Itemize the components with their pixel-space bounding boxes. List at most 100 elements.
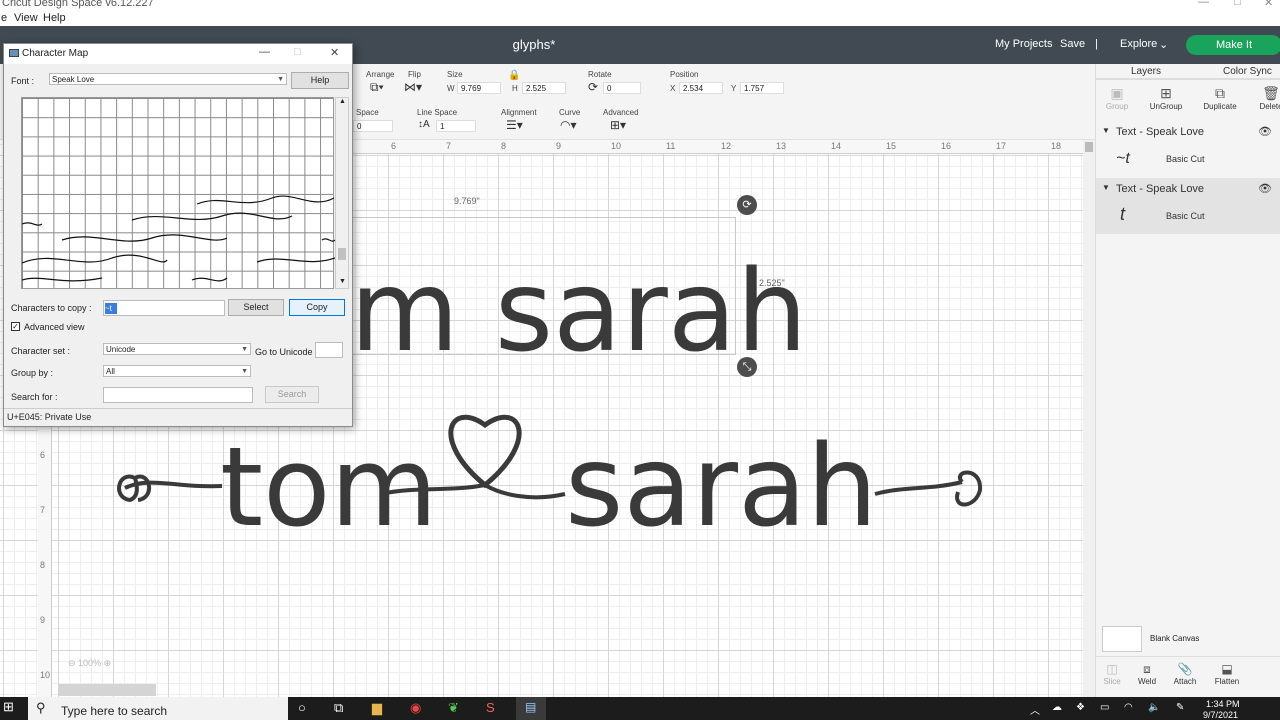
weld-button[interactable]: ⧈ Weld <box>1127 661 1167 686</box>
ungroup-icon: ⊞ <box>1160 85 1172 101</box>
blank-canvas-label: Blank Canvas <box>1150 634 1200 643</box>
close-icon[interactable]: ✕ <box>330 46 339 59</box>
maximize-window-icon[interactable]: □ <box>1234 0 1241 8</box>
font-select[interactable]: Speak Love ▼ <box>49 73 287 85</box>
eye-icon[interactable]: 👁 <box>1258 182 1272 195</box>
dropbox-icon[interactable]: ❖ <box>1076 702 1085 713</box>
selected-glyph: ~t <box>105 303 117 314</box>
charset-value: Unicode <box>106 345 136 354</box>
slice-button[interactable]: ◫ Slice <box>1092 661 1132 686</box>
charset-select[interactable]: Unicode ▼ <box>103 343 251 355</box>
onedrive-icon[interactable]: ☁ <box>1052 702 1062 713</box>
taskbar: ⊞ ⚲ Type here to search ○ ⧉ ▆ ◉ ❦ S ▤ ︿ … <box>0 697 1280 720</box>
layer-operation: Basic Cut <box>1166 211 1205 221</box>
delete-button[interactable]: 🗑Delete <box>1246 84 1280 111</box>
active-charmap-task[interactable]: ▤ <box>516 697 546 720</box>
help-button[interactable]: Help <box>291 72 349 89</box>
clock-date[interactable]: 9/7/2021 <box>1203 710 1238 720</box>
charmap-title-bar[interactable]: Character Map — □ ✕ <box>4 44 352 64</box>
goto-unicode-label: Go to Unicode <box>255 347 313 357</box>
flatten-icon: ⬓ <box>1221 662 1233 676</box>
chars-to-copy-input[interactable]: ~t <box>103 300 225 316</box>
trash-icon: 🗑 <box>1262 85 1280 101</box>
explore-menu[interactable]: Explore <box>1120 38 1157 50</box>
copy-button[interactable]: Copy <box>289 299 345 316</box>
scroll-up-icon[interactable]: ▲ <box>339 98 346 105</box>
header-separator: | <box>1095 38 1098 50</box>
blank-canvas-thumbnail[interactable] <box>1102 626 1142 652</box>
make-it-button[interactable]: Make It <box>1186 35 1280 55</box>
heart-icon <box>448 414 522 489</box>
minimize-icon[interactable]: — <box>259 46 270 58</box>
layer-thumbnail-icon: t <box>1120 204 1126 224</box>
scroll-down-icon[interactable]: ▼ <box>339 278 346 285</box>
close-window-icon[interactable]: ✕ <box>1264 0 1273 9</box>
glyph-samples <box>22 195 335 282</box>
charset-label: Character set : <box>11 346 71 356</box>
status-text: U+E045: Private Use <box>7 412 92 422</box>
collapse-icon[interactable]: ▼ <box>1102 183 1110 192</box>
clock-time[interactable]: 1:34 PM <box>1206 699 1240 709</box>
search-button: Search <box>265 386 319 403</box>
wifi-icon[interactable]: ◠ <box>1124 702 1133 713</box>
layer-group-1[interactable]: ▼ Text - Speak Love 👁 <box>1096 124 1280 144</box>
charmap-taskbar-icon: ▤ <box>525 700 537 714</box>
minimize-window-icon[interactable]: — <box>1198 0 1209 8</box>
maximize-icon: □ <box>294 46 301 58</box>
lower-left-text[interactable]: tom <box>220 423 438 551</box>
search-for-label: Search for : <box>11 392 58 402</box>
pen-icon[interactable]: ✎ <box>1176 702 1184 713</box>
show-hidden-icons[interactable]: ︿ <box>1030 702 1040 717</box>
group-by-value: All <box>106 367 115 376</box>
group-by-label: Group by : <box>11 368 54 378</box>
taskbar-search[interactable]: ⚲ Type here to search <box>28 697 288 720</box>
chrome-icon[interactable]: ◉ <box>410 700 421 716</box>
layer-group-2[interactable]: ▼ Text - Speak Love 👁 <box>1096 181 1280 201</box>
layer-item-1[interactable]: ~t Basic Cut <box>1096 148 1280 176</box>
lower-right-text[interactable]: sarah <box>565 422 878 552</box>
paperclip-icon: 📎 <box>1177 662 1193 676</box>
chevron-down-icon[interactable]: ⌄ <box>1159 38 1168 51</box>
search-icon: ⚲ <box>36 700 46 715</box>
snagit-icon[interactable]: S <box>486 700 495 715</box>
collapse-icon[interactable]: ▼ <box>1102 126 1110 135</box>
windows-start-icon[interactable]: ⊞ <box>3 699 14 715</box>
advanced-view-label: Advanced view <box>24 322 85 332</box>
charmap-status-bar: U+E045: Private Use <box>4 408 352 426</box>
cortana-icon[interactable]: ○ <box>298 700 306 715</box>
group-icon: ▣ <box>1110 85 1124 101</box>
goto-unicode-input[interactable] <box>315 342 343 358</box>
chars-to-copy-label: Characters to copy : <box>11 303 92 313</box>
font-value: Speak Love <box>52 75 95 84</box>
search-for-input[interactable] <box>103 387 253 403</box>
tab-color-sync[interactable]: Color Sync <box>1223 66 1272 77</box>
file-explorer-icon[interactable]: ▆ <box>372 700 382 716</box>
glyph-grid-scrollbar[interactable]: ▲ ▼ <box>335 97 349 289</box>
group-by-select[interactable]: All ▼ <box>103 365 251 377</box>
battery-icon[interactable]: ▭ <box>1100 702 1109 713</box>
layer-thumbnail-icon: ~t <box>1116 150 1130 167</box>
advanced-view-checkbox[interactable]: ✓ <box>11 322 20 331</box>
flatten-button[interactable]: ⬓ Flatten <box>1207 661 1247 686</box>
task-view-icon[interactable]: ⧉ <box>334 700 343 716</box>
upper-text-object[interactable]: m sarah <box>350 247 807 377</box>
chevron-down-icon: ▼ <box>241 368 248 375</box>
tab-layers[interactable]: Layers <box>1131 66 1161 77</box>
group-button[interactable]: ▣ Group <box>1092 84 1142 111</box>
eye-icon[interactable]: 👁 <box>1258 125 1272 138</box>
select-button[interactable]: Select <box>228 299 284 316</box>
charmap-title: Character Map <box>22 48 89 59</box>
ungroup-button[interactable]: ⊞ UnGroup <box>1141 84 1191 111</box>
character-map-window: Character Map — □ ✕ Font : Speak Love ▼ … <box>3 43 353 427</box>
cricut-icon[interactable]: ❦ <box>448 700 459 716</box>
attach-button[interactable]: 📎 Attach <box>1165 661 1205 686</box>
glyph-grid[interactable] <box>21 97 335 289</box>
duplicate-button[interactable]: ⧉ Duplicate <box>1195 84 1245 111</box>
layer-item-2[interactable]: t Basic Cut <box>1096 204 1280 232</box>
duplicate-icon: ⧉ <box>1215 85 1225 101</box>
chevron-down-icon: ▼ <box>277 76 284 83</box>
font-label: Font : <box>11 76 35 86</box>
volume-icon[interactable]: 🔈 <box>1148 702 1160 713</box>
weld-icon: ⧈ <box>1143 662 1151 676</box>
scroll-thumb[interactable] <box>338 248 346 260</box>
